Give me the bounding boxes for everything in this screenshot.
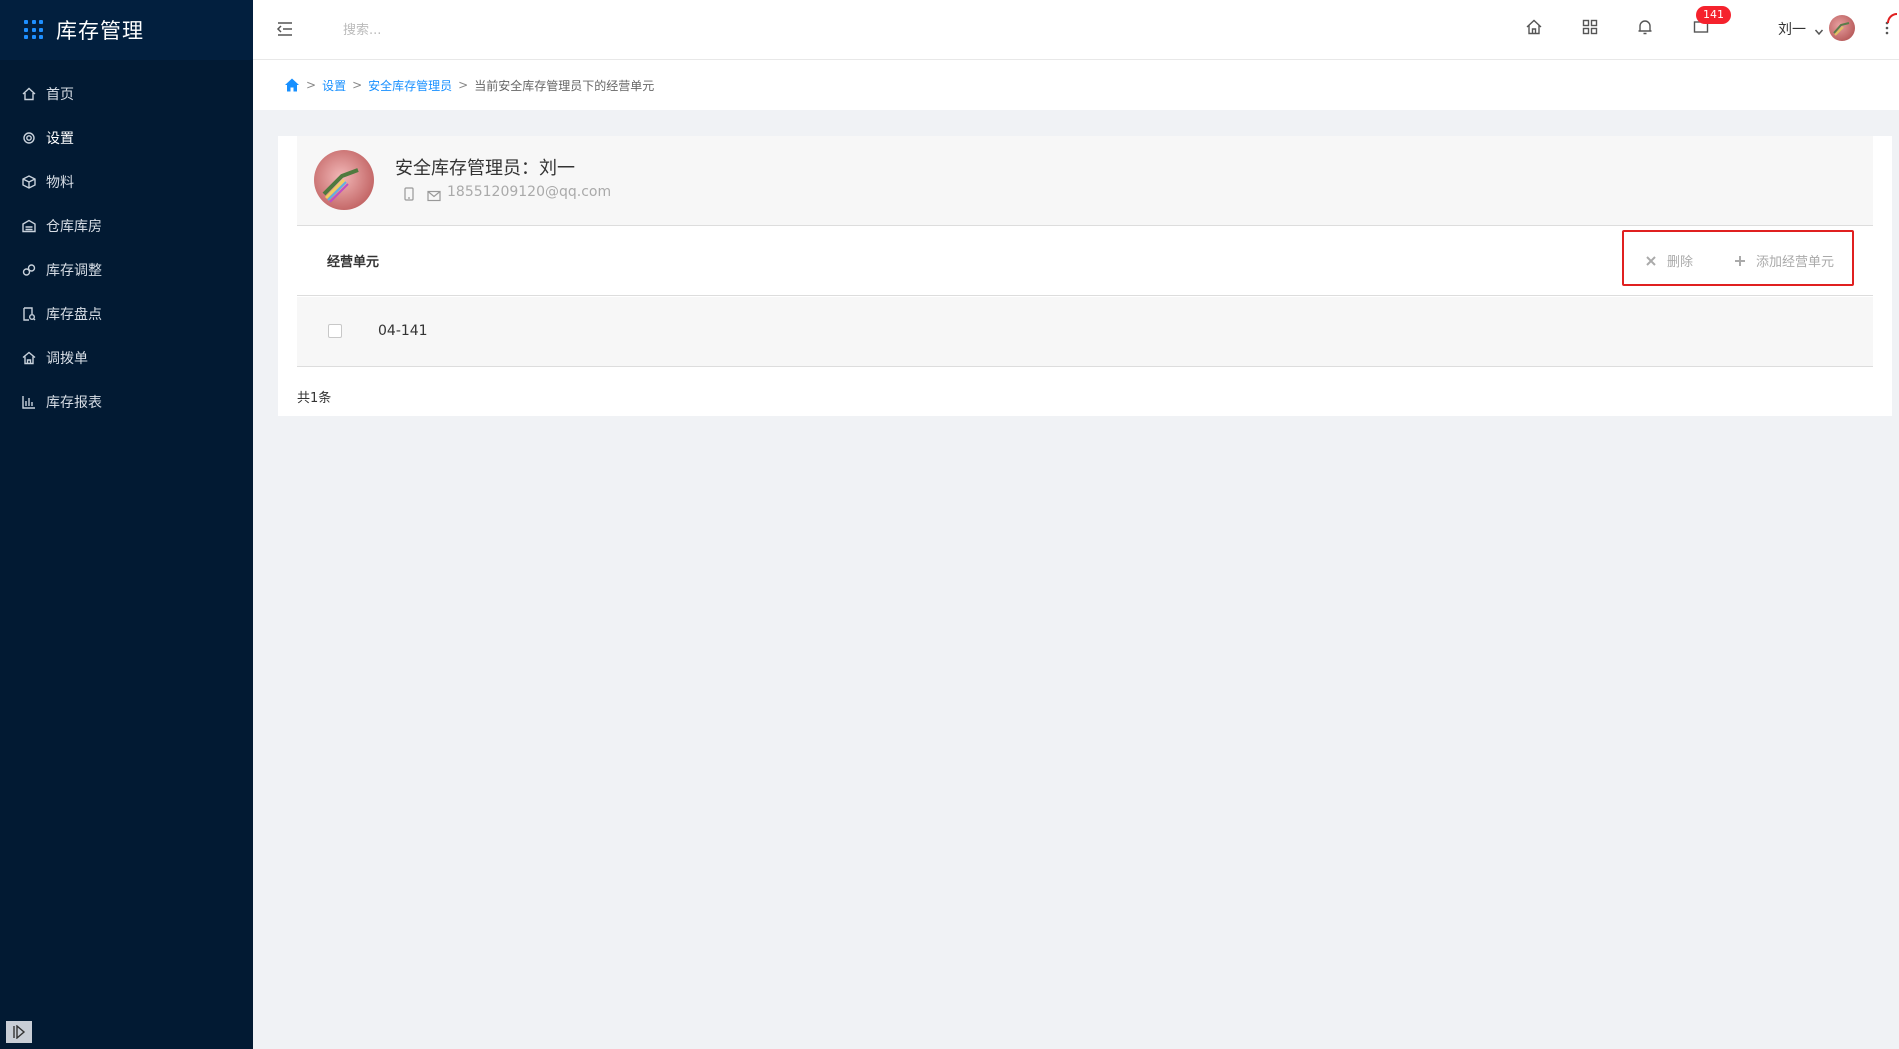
table-row[interactable]: 04-141 (297, 297, 1873, 367)
profile-avatar (314, 150, 374, 210)
mail-icon (427, 187, 441, 202)
sidebar-menu: 首页 设置 物料 仓库库房 库存调整 库存盘点 调拨单 库存报表 (0, 60, 253, 424)
total-count: 共1条 (297, 391, 332, 406)
profile-header: 安全库存管理员：刘一 18551209120@qq.com (297, 136, 1873, 226)
bell-icon[interactable] (1636, 18, 1654, 36)
inventory-icon (22, 307, 36, 321)
gear-icon (22, 131, 36, 145)
bar-chart-icon (22, 395, 36, 409)
home-icon[interactable] (1525, 18, 1543, 36)
delete-button[interactable]: 删除 (1645, 251, 1693, 270)
loading-arc-icon (1884, 12, 1898, 32)
sidebar-item-label: 仓库库房 (46, 219, 102, 235)
sidebar-item-stock-adjust[interactable]: 库存调整 (0, 248, 253, 292)
breadcrumb-separator: > (458, 78, 469, 92)
sidebar-item-label: 调拨单 (46, 351, 88, 367)
main-card: 安全库存管理员：刘一 18551209120@qq.com 经营单元 删除 添加… (278, 136, 1892, 416)
breadcrumb-item-safety-manager[interactable]: 安全库存管理员 (368, 77, 452, 94)
sidebar-item-stocktake[interactable]: 库存盘点 (0, 292, 253, 336)
profile-title: 安全库存管理员：刘一 (395, 158, 575, 179)
transfer-icon (22, 351, 36, 365)
sidebar-item-warehouse[interactable]: 仓库库房 (0, 204, 253, 248)
sidebar-item-label: 库存报表 (46, 395, 102, 411)
home-icon[interactable] (284, 77, 300, 93)
avatar[interactable] (1829, 15, 1855, 41)
notification-badge: 141 (1696, 6, 1731, 24)
section-header: 经营单元 删除 添加经营单元 (297, 226, 1873, 296)
user-name[interactable]: 刘一 (1778, 19, 1806, 39)
sidebar-item-label: 设置 (46, 131, 74, 147)
action-highlight-box: 删除 添加经营单元 (1622, 230, 1854, 286)
breadcrumb-separator: > (352, 78, 363, 92)
plus-icon (1735, 255, 1745, 266)
apps-grid-icon (24, 20, 44, 40)
box-icon (22, 175, 36, 189)
sidebar: 库存管理 首页 设置 物料 仓库库房 库存调整 库存盘点 调拨单 库存报表 (0, 0, 253, 1049)
phone-icon (403, 186, 415, 201)
search-input[interactable] (343, 18, 563, 42)
row-checkbox[interactable] (328, 324, 342, 338)
sidebar-collapse-button[interactable] (6, 1021, 32, 1043)
breadcrumb-current: 当前安全库存管理员下的经营单元 (474, 78, 655, 93)
menu-toggle-icon[interactable] (275, 19, 295, 39)
app-title: 库存管理 (56, 19, 144, 43)
chevron-down-icon[interactable] (1814, 22, 1824, 36)
top-header: 141 刘一 (253, 0, 1899, 60)
breadcrumb-item-settings[interactable]: 设置 (322, 77, 346, 94)
home-icon (22, 87, 36, 101)
sidebar-item-home[interactable]: 首页 (0, 72, 253, 116)
sidebar-item-settings[interactable]: 设置 (0, 116, 253, 160)
section-title: 经营单元 (327, 255, 380, 270)
collapse-icon (13, 1025, 26, 1039)
warehouse-icon (22, 219, 36, 233)
sidebar-item-label: 首页 (46, 87, 74, 103)
sidebar-item-label: 库存调整 (46, 263, 102, 279)
adjust-icon (22, 263, 36, 277)
logo-bar: 库存管理 (0, 0, 253, 60)
add-business-unit-button[interactable]: 添加经营单元 (1734, 251, 1834, 270)
breadcrumb-separator: > (306, 78, 317, 92)
apps-icon[interactable] (1581, 18, 1599, 36)
profile-email: 18551209120@qq.com (447, 184, 612, 200)
delete-label: 删除 (1667, 255, 1694, 270)
sidebar-item-label: 库存盘点 (46, 307, 102, 323)
add-label: 添加经营单元 (1756, 255, 1835, 270)
sidebar-item-report[interactable]: 库存报表 (0, 380, 253, 424)
breadcrumb: > 设置 > 安全库存管理员 > 当前安全库存管理员下的经营单元 (253, 60, 1899, 110)
sidebar-item-transfer[interactable]: 调拨单 (0, 336, 253, 380)
business-unit-code: 04-141 (378, 323, 428, 339)
sidebar-item-materials[interactable]: 物料 (0, 160, 253, 204)
sidebar-item-label: 物料 (46, 175, 74, 191)
close-icon (1646, 255, 1656, 266)
